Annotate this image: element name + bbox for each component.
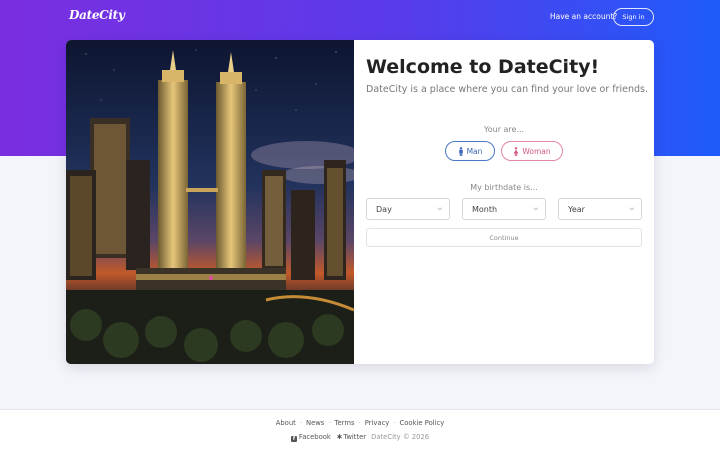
year-select[interactable]: Year ⌵ — [558, 198, 642, 220]
male-icon — [458, 146, 463, 156]
gender-selector: Man Woman — [445, 141, 563, 161]
year-select-value: Year — [568, 204, 585, 214]
continue-button[interactable]: Continue — [366, 228, 642, 247]
footer: About · News · Terms · Privacy · Cookie Policy f… — [0, 409, 720, 450]
separator: · — [328, 419, 331, 427]
chevron-down-icon: ⌵ — [629, 205, 634, 212]
day-select-value: Day — [376, 204, 392, 214]
footer-link-news[interactable]: News — [306, 419, 324, 427]
month-select-value: Month — [472, 204, 498, 214]
woman-label: Woman — [522, 146, 551, 156]
day-select[interactable]: Day ⌵ — [366, 198, 450, 220]
signup-form: Welcome to DateCity! DateCity is a place… — [366, 40, 648, 364]
copyright: DateCity © 2026 — [371, 433, 430, 441]
separator: · — [299, 419, 302, 427]
footer-link-about[interactable]: About — [276, 419, 296, 427]
chevron-down-icon: ⌵ — [533, 205, 538, 212]
footer-links: About · News · Terms · Privacy · Cookie Policy — [0, 419, 720, 427]
facebook-link[interactable]: Facebook — [299, 433, 331, 441]
page-subtitle: DateCity is a place where you can find y… — [366, 84, 648, 95]
sign-in-button[interactable]: Sign in — [613, 8, 654, 26]
have-account-text: Have an account? — [550, 12, 618, 21]
footer-link-cookie-policy[interactable]: Cookie Policy — [400, 419, 445, 427]
female-icon — [513, 146, 519, 156]
twitter-icon: ✱ — [336, 433, 343, 441]
footer-social: f Facebook ✱Twitter DateCity © 2026 — [0, 433, 720, 442]
woman-button[interactable]: Woman — [501, 141, 563, 161]
facebook-icon: f — [290, 435, 297, 442]
signup-card: Welcome to DateCity! DateCity is a place… — [66, 40, 654, 364]
footer-link-terms[interactable]: Terms — [335, 419, 355, 427]
chevron-down-icon: ⌵ — [437, 205, 442, 212]
separator: · — [358, 419, 361, 427]
birthdate-question: My birthdate is... — [470, 183, 538, 192]
page-title: Welcome to DateCity! — [366, 56, 600, 78]
month-select[interactable]: Month ⌵ — [462, 198, 546, 220]
man-button[interactable]: Man — [445, 141, 495, 161]
twitter-link[interactable]: Twitter — [343, 433, 366, 441]
separator: · — [393, 419, 396, 427]
footer-link-privacy[interactable]: Privacy — [365, 419, 390, 427]
logo[interactable]: DateCity — [69, 8, 125, 22]
gender-question: Your are... — [483, 125, 525, 134]
city-skyline-photo — [66, 40, 354, 364]
man-label: Man — [466, 146, 483, 156]
top-navigation: DateCity Have an account? Sign in — [0, 0, 720, 36]
